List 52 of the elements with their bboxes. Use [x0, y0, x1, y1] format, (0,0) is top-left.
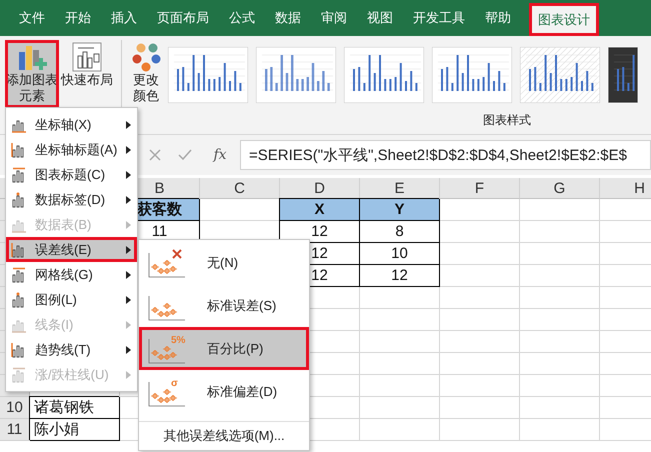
chart-style-thumbnail[interactable] [168, 47, 248, 103]
formula-field[interactable]: =SERIES("水平线",Sheet2!$D$2:$D$4,Sheet2!$E$2:$E$ [240, 140, 651, 170]
change-colors-button[interactable]: 更改颜色 [128, 40, 164, 108]
chart-icon [11, 366, 27, 382]
ribbon-tab[interactable]: 文件 [9, 0, 55, 36]
menu-item[interactable]: σ 标准偏差(D) [139, 370, 309, 413]
column-header[interactable]: C [200, 178, 280, 199]
menu-item[interactable]: 标准误差(S) [139, 284, 309, 327]
row-header[interactable]: 11 [0, 419, 30, 441]
chart-style-thumbnail[interactable] [520, 47, 600, 103]
header-cell: Y [360, 199, 440, 221]
ribbon-tab[interactable]: 插入 [101, 0, 147, 36]
menu-item[interactable]: 趋势线(T) [6, 337, 137, 362]
menu-item[interactable]: 坐标轴标题(A) [6, 137, 137, 162]
chart-style-thumbnail[interactable] [256, 47, 336, 103]
ribbon-tab[interactable]: 帮助 [475, 0, 521, 36]
ribbon-tab[interactable]: 开发工具 [403, 0, 475, 36]
chart-icon [11, 266, 27, 282]
table-cell: 诸葛钢铁 [30, 397, 120, 419]
group-label: 图表样式 [483, 112, 531, 129]
chart-style-thumbnail[interactable] [344, 47, 424, 103]
chart-style-thumbnail[interactable] [608, 47, 638, 103]
table-cell: 12 [360, 265, 440, 287]
menu-item[interactable]: 图例(L) [6, 287, 137, 312]
column-header[interactable]: F [440, 178, 520, 199]
ribbon-tab[interactable]: 数据 [265, 0, 311, 36]
ribbon-tab[interactable]: 页面布局 [147, 0, 219, 36]
table-cell: 陈小娟 [30, 419, 120, 441]
ribbon-tab[interactable]: 视图 [357, 0, 403, 36]
ribbon-tab[interactable]: 审阅 [311, 0, 357, 36]
chart-icon [11, 166, 27, 182]
header-cell: X [280, 199, 360, 221]
column-header[interactable]: D [280, 178, 360, 199]
chart-style-thumbnail[interactable] [432, 47, 512, 103]
menu-item[interactable]: 其他误差线选项(M)... [139, 421, 309, 449]
column-header[interactable]: H [600, 178, 651, 199]
table-cell: 8 [360, 221, 440, 243]
menu-item[interactable]: 坐标轴(X) [6, 112, 137, 137]
ribbon-tab[interactable]: 公式 [219, 0, 265, 36]
menu-item[interactable]: 误差线(E) [6, 237, 137, 262]
insert-function-button[interactable]: fx [200, 147, 240, 163]
error-bars-icon [147, 246, 187, 278]
menu-item[interactable]: 网格线(G) [6, 262, 137, 287]
column-header[interactable]: E [360, 178, 440, 199]
ribbon-tab[interactable]: 开始 [55, 0, 101, 36]
row-header[interactable]: 10 [0, 397, 30, 419]
ribbon-tab[interactable]: 图表设计 [529, 3, 599, 36]
column-header[interactable]: G [520, 178, 600, 199]
menu-item[interactable]: 5% 百分比(P) [139, 327, 309, 370]
table-cell: 10 [360, 243, 440, 265]
quick-layout-button[interactable]: 快速布局 [59, 40, 115, 108]
layout-icon [70, 42, 104, 72]
